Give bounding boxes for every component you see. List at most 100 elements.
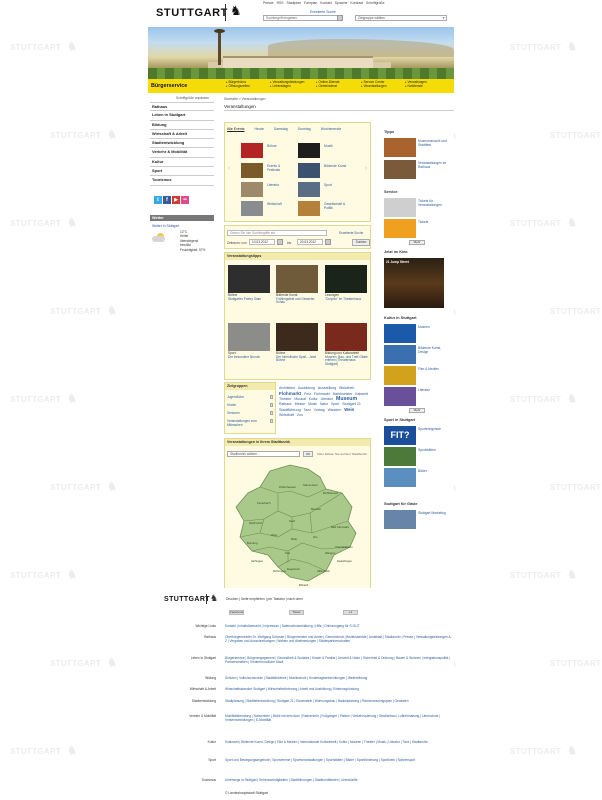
district-label[interactable]: Degerloch (287, 567, 300, 571)
facebook-share[interactable]: Facebook (226, 610, 244, 615)
date-from-input[interactable]: 10.03.2012 (249, 239, 275, 245)
nav-item-kultur[interactable]: Kultur (150, 157, 214, 168)
tag-link[interactable]: Musical (294, 397, 306, 401)
event-tip[interactable]: Sport Der besondere Brunch (228, 323, 272, 359)
event-category[interactable]: Literatur (241, 182, 293, 197)
top-link-fahrplan[interactable]: Fahrplan (304, 1, 317, 5)
plusone-button[interactable]: +1 (343, 610, 358, 615)
service-item[interactable]: Tickets für Veranstaltungen (384, 198, 452, 218)
facebook-share-button[interactable]: Facebook (229, 610, 244, 615)
district-label[interactable]: West (271, 533, 277, 537)
tag-link[interactable]: Zoo (297, 413, 303, 417)
sport-item[interactable]: FIT? Sportereignisse (384, 426, 452, 446)
breadcrumb[interactable]: Startseite > Veranstaltungen (224, 97, 266, 101)
kultur-item[interactable]: Film & Medien (384, 366, 452, 386)
calendar-icon[interactable] (325, 239, 331, 245)
nav-item-tourismus[interactable]: Tourismus (150, 176, 214, 186)
footer-row-label[interactable]: Tourismus (158, 778, 216, 782)
tag-link[interactable]: Wein (344, 407, 354, 412)
service-link[interactable]: Gemeinderat (316, 84, 337, 88)
tag-link[interactable]: Musik (308, 402, 317, 406)
tag-link[interactable]: Stuttgart 21 (342, 402, 361, 406)
tag-link[interactable]: Ausstellung (318, 386, 337, 390)
footer-row-label[interactable]: Rathaus (158, 635, 216, 639)
tab-sonntag[interactable]: Sonntag (298, 127, 311, 131)
youtube-icon[interactable]: ▶ (172, 196, 180, 204)
district-label[interactable]: Süd (285, 551, 290, 555)
tipp-item[interactable]: Museumsnacht und Stadtfest (384, 138, 452, 158)
footer-row-label[interactable]: Stadtentwicklung (158, 699, 216, 703)
target-group-option[interactable]: Jugendliche (227, 395, 273, 399)
tag-link[interactable]: Theater (279, 397, 291, 401)
tag-link[interactable]: Literatur (321, 397, 333, 401)
service-link[interactable]: Öffnungszeiten (226, 84, 250, 88)
tag-link[interactable]: Vortrag (314, 408, 325, 412)
tab-samstag[interactable]: Samstag (274, 127, 288, 131)
nav-item-sport[interactable]: Sport (150, 167, 214, 177)
footer-row-links[interactable]: Kontakt | Inhaltsübersicht | Impressum |… (225, 624, 453, 628)
district-label[interactable]: Birkach (299, 583, 308, 587)
target-group-option[interactable]: Veranstaltungen zum Mitmachen (227, 419, 273, 427)
event-tip[interactable]: Bildende Kunst Frühlingsfest und Gewerbe-… (276, 265, 320, 305)
chevron-left-icon[interactable]: ‹ (228, 165, 230, 172)
gaeste-item[interactable]: Stuttgart Marketing (384, 510, 452, 530)
kultur-item[interactable]: Museen (384, 324, 452, 344)
twitter-icon[interactable]: t (154, 196, 162, 204)
footer-row-links[interactable]: Stadtplanung | Stadtteilentwicklung | St… (225, 699, 453, 703)
more-button[interactable]: Mehr (409, 408, 425, 413)
top-link-kontrast[interactable]: Kontrast (350, 1, 363, 5)
checkbox[interactable] (269, 411, 273, 415)
tag-link[interactable]: Wandern (328, 408, 342, 412)
target-group-select[interactable]: Zielgruppe wählen ▼ (355, 15, 447, 21)
footer-row-links[interactable]: Wirtschaftsstandort Stuttgart | Wirtscha… (225, 687, 453, 691)
service-link[interactable]: Veranstaltungen (361, 84, 387, 88)
target-group-option[interactable]: Senioren (227, 411, 273, 415)
district-label[interactable]: Möhringen (273, 569, 286, 573)
top-link-stadtplan[interactable]: Stadtplan (287, 1, 301, 5)
sport-item[interactable]: Sportstätten (384, 447, 452, 467)
nav-item-wirtschaft[interactable]: Wirtschaft & Arbeit (150, 129, 214, 140)
nav-item-rathaus[interactable]: Rathaus (150, 102, 214, 112)
footer-row-label[interactable]: Wichtige Links (158, 624, 216, 628)
flickr-icon[interactable]: •• (181, 196, 189, 204)
tweet-button[interactable]: Tweet (289, 610, 304, 615)
district-label[interactable]: Feuerbach (257, 501, 270, 505)
district-label[interactable]: Mitte (291, 537, 297, 541)
footer-row-links[interactable]: Bürgerservice | Bürgerengagement | Gesun… (225, 656, 453, 664)
district-label[interactable]: Zuffenhausen (279, 485, 296, 489)
district-label[interactable]: Wangen (325, 551, 335, 555)
top-link-presse[interactable]: Presse (263, 1, 274, 5)
district-label[interactable]: Weilimdorf (249, 521, 262, 525)
service-link[interactable]: Lebenslagen (270, 84, 291, 88)
event-category[interactable]: Sport (298, 182, 350, 197)
nav-item-stadtentwicklung[interactable]: Stadtentwicklung (150, 139, 214, 149)
tag-link[interactable]: Wirtschaft (279, 413, 294, 417)
tag-link[interactable]: Flohmarkt (314, 392, 330, 396)
event-tip[interactable]: Bildung und Kulturarbeit Museen: Bau- und… (325, 323, 369, 367)
footer-row-links[interactable]: Sport und Bewegungsangebote | Sportverei… (225, 758, 453, 762)
nav-item-verkehr[interactable]: Verkehr & Mobilität (150, 148, 214, 158)
weather-link[interactable]: Wetter in Stuttgart (152, 224, 179, 228)
top-link-schriftgroesse[interactable]: Schriftgröße (366, 1, 384, 5)
tag-link[interactable]: Tanz (304, 408, 311, 412)
extended-search-link[interactable]: Erweiterte Suche (339, 231, 363, 235)
plusone-share[interactable]: +1 (340, 610, 358, 615)
tag-link[interactable]: Rathaus (279, 402, 292, 406)
footer-tools[interactable]: Drucken | Seite empfehlen | per Tastatur… (226, 597, 303, 601)
target-group-option[interactable]: Kinder (227, 403, 273, 407)
date-to-input[interactable]: 20.03.2012 (297, 239, 323, 245)
tag-link[interactable]: Bibliothek (339, 386, 354, 390)
tag-link[interactable]: Fest (304, 392, 311, 396)
footer-row-label[interactable]: Wirtschaft & Arbeit (158, 687, 216, 691)
footer-row-label[interactable]: Verkehr & Mobilität (158, 714, 216, 718)
checkbox[interactable] (269, 419, 273, 423)
district-label[interactable]: Stammheim (303, 483, 318, 487)
tab-wochenende[interactable]: Wochenende (321, 127, 342, 131)
tag-link[interactable]: Ausbildung (298, 386, 315, 390)
kultur-item[interactable]: Literatur (384, 387, 452, 407)
checkbox[interactable] (269, 395, 273, 399)
footer-row-links[interactable]: Schulen | Volkshochschule | Stadtbibliot… (225, 676, 453, 680)
event-category[interactable]: Wirtschaft (241, 201, 293, 216)
top-link-sprache[interactable]: Sprache (335, 1, 348, 5)
kultur-item[interactable]: Bildende Kunst, Design (384, 345, 452, 365)
